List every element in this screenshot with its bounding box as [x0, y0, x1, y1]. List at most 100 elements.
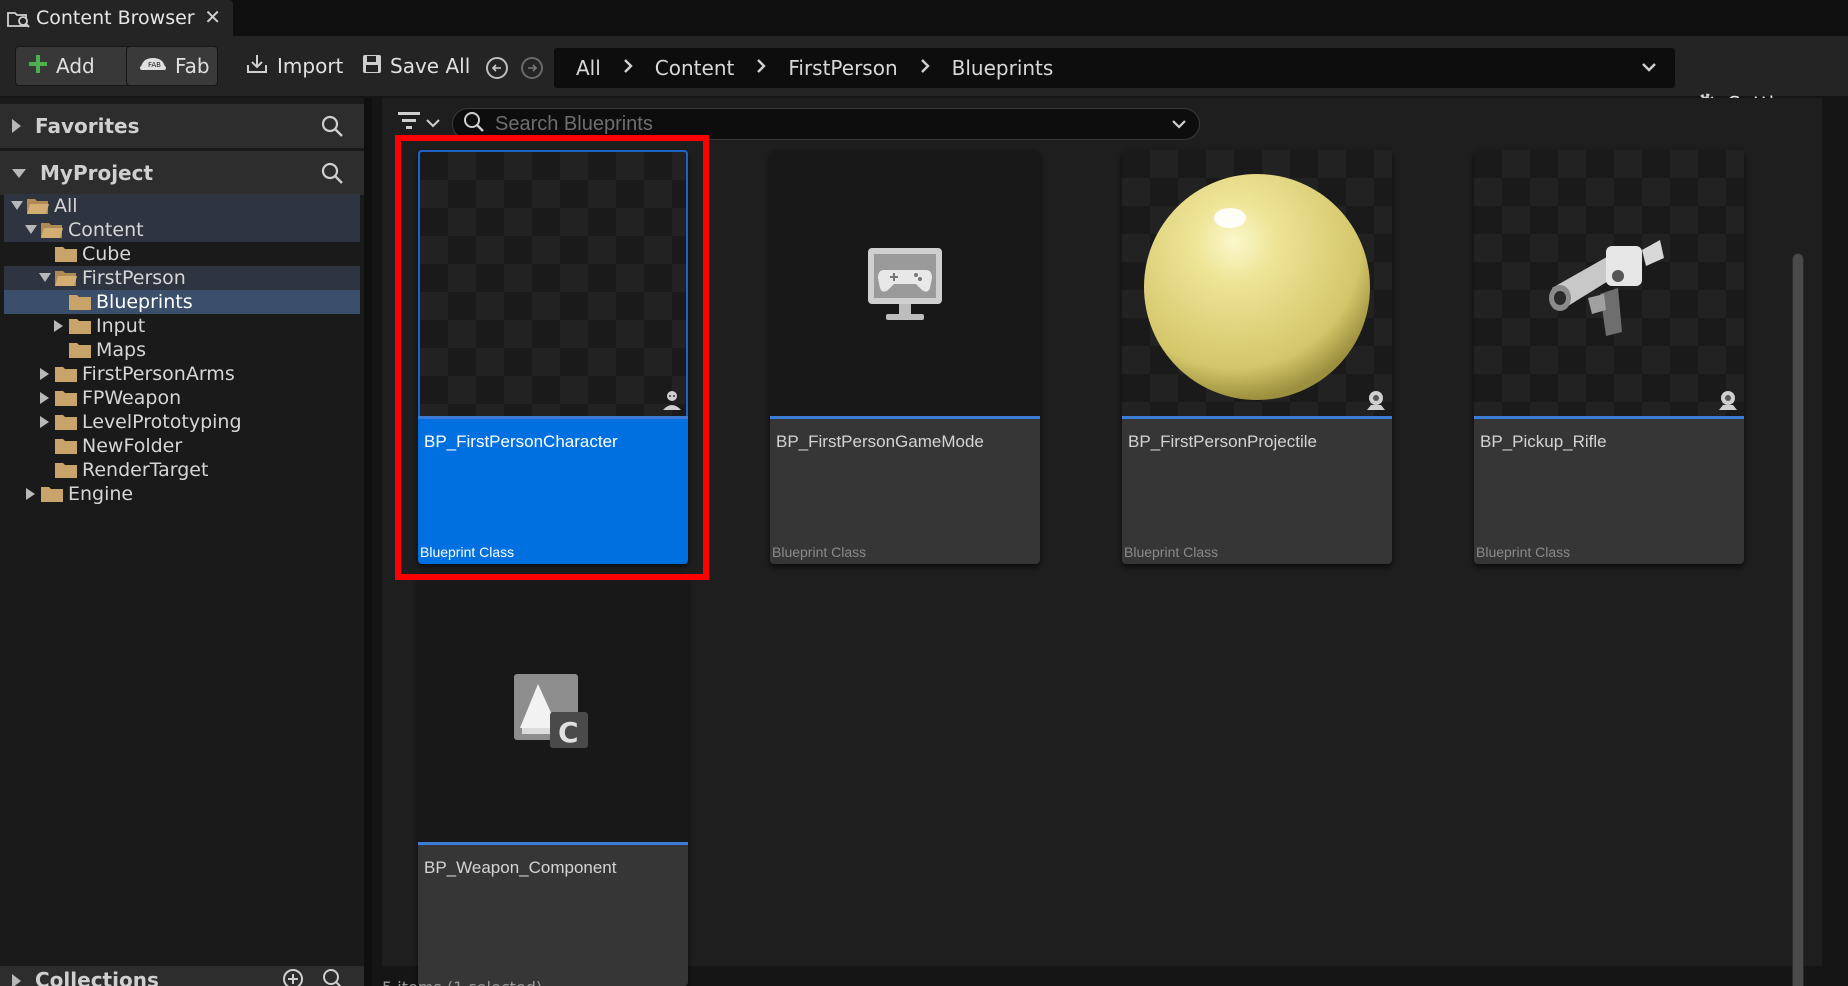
asset-type: Blueprint Class	[1476, 544, 1571, 560]
save-icon	[362, 54, 382, 79]
asset-name: BP_FirstPersonGameMode	[776, 432, 984, 451]
tree-item-label: FirstPersonArms	[82, 363, 235, 385]
search-icon[interactable]	[322, 968, 344, 986]
tree-item-cube[interactable]: Cube	[4, 242, 360, 266]
fab-button-label: Fab	[175, 54, 210, 78]
tree-item-label: All	[54, 195, 78, 217]
folder-icon	[54, 245, 78, 263]
tree-item-all[interactable]: All	[4, 194, 360, 218]
project-header[interactable]: MyProject	[0, 151, 364, 195]
rifle-icon	[1548, 236, 1668, 350]
add-button[interactable]: Add	[15, 46, 132, 86]
tree-item-firstperson[interactable]: FirstPerson	[4, 266, 360, 290]
open-folder-icon	[54, 269, 78, 287]
search-icon[interactable]	[320, 114, 344, 143]
back-arrow-icon[interactable]	[486, 57, 508, 79]
folder-icon	[54, 461, 78, 479]
folder-icon	[54, 365, 78, 383]
tree-item-fpweapon[interactable]: FPWeapon	[4, 386, 360, 410]
tree-item-content[interactable]: Content	[4, 218, 360, 242]
import-button[interactable]: Import	[233, 46, 355, 86]
character-icon	[660, 388, 684, 412]
tree-item-label: NewFolder	[82, 435, 183, 457]
chevron-right-icon[interactable]	[920, 58, 930, 79]
chevron-right-icon[interactable]	[623, 58, 633, 79]
asset-type: Blueprint Class	[420, 544, 515, 560]
chevron-down-icon	[426, 113, 440, 132]
collapse-arrow-icon[interactable]	[12, 168, 26, 178]
collections-header[interactable]: Collections	[0, 966, 364, 986]
tab-content-browser[interactable]: Content Browser ✕	[0, 0, 233, 36]
tab-strip: Content Browser ✕	[0, 0, 1848, 36]
chevron-right-icon[interactable]	[38, 391, 52, 405]
open-folder-icon	[26, 197, 50, 215]
asset-tile-bp-firstpersonprojectile[interactable]: BP_FirstPersonProjectile Blueprint Class	[1122, 150, 1392, 564]
chevron-right-icon[interactable]	[38, 415, 52, 429]
tree-item-levelprototyping[interactable]: LevelPrototyping	[4, 410, 360, 434]
tree-item-label: Blueprints	[96, 291, 193, 313]
search-field[interactable]	[452, 108, 1200, 140]
tree-item-label: Maps	[96, 339, 146, 361]
asset-thumbnail	[1474, 150, 1744, 416]
asset-tile-bp-firstpersoncharacter[interactable]: BP_FirstPersonCharacter Blueprint Class	[418, 150, 688, 564]
asset-thumbnail: C	[418, 576, 688, 842]
tree-item-engine[interactable]: Engine	[4, 482, 360, 506]
asset-type: Blueprint Class	[1124, 544, 1219, 560]
save-all-button[interactable]: Save All	[350, 46, 482, 86]
import-icon	[245, 53, 269, 80]
search-icon	[463, 111, 485, 137]
add-collection-icon[interactable]	[282, 968, 304, 986]
tree-item-newfolder[interactable]: NewFolder	[4, 434, 360, 458]
asset-tile-bp-firstpersongamemode[interactable]: BP_FirstPersonGameMode Blueprint Class	[770, 150, 1040, 564]
chevron-down-icon[interactable]	[1641, 56, 1657, 83]
asset-thumbnail	[1122, 150, 1392, 416]
tree-item-firstpersonarms[interactable]: FirstPersonArms	[4, 362, 360, 386]
fab-button[interactable]: FAB Fab	[126, 46, 218, 86]
tree-item-label: Cube	[82, 243, 132, 265]
chevron-right-icon[interactable]	[52, 319, 66, 333]
expand-arrow-icon[interactable]	[12, 119, 21, 133]
svg-text:C: C	[558, 716, 579, 749]
import-button-label: Import	[277, 54, 344, 78]
breadcrumb-content[interactable]: Content	[655, 56, 735, 80]
tree-item-input[interactable]: Input	[4, 314, 360, 338]
breadcrumb-firstperson[interactable]: FirstPerson	[788, 56, 897, 80]
scrollbar-thumb[interactable]	[1793, 254, 1803, 986]
breadcrumb-all[interactable]: All	[576, 56, 601, 80]
favorites-header[interactable]: Favorites	[0, 104, 364, 148]
chevron-down-icon[interactable]	[24, 223, 38, 237]
tree-item-rendertarget[interactable]: RenderTarget	[4, 458, 360, 482]
search-icon[interactable]	[320, 161, 344, 190]
chevron-right-icon[interactable]	[24, 487, 38, 501]
asset-tile-bp-weapon-component[interactable]: C BP_Weapon_Component	[418, 576, 688, 986]
filter-icon	[398, 110, 420, 134]
filter-button[interactable]	[398, 110, 440, 134]
tree-item-blueprints[interactable]: Blueprints	[4, 290, 360, 314]
chevron-right-icon[interactable]	[38, 367, 52, 381]
close-icon[interactable]: ✕	[204, 5, 221, 29]
expand-arrow-icon[interactable]	[12, 974, 21, 986]
save-all-button-label: Save All	[390, 54, 471, 78]
search-input[interactable]	[495, 112, 1135, 136]
fab-icon: FAB	[139, 54, 167, 78]
chevron-down-icon[interactable]	[1171, 116, 1187, 136]
tree-item-label: FPWeapon	[82, 387, 182, 409]
breadcrumb-blueprints[interactable]: Blueprints	[952, 56, 1054, 80]
status-text: 5 items (1 selected)	[382, 978, 542, 986]
chevron-down-icon[interactable]	[10, 199, 24, 213]
forward-arrow-icon[interactable]	[521, 57, 543, 79]
asset-name: BP_FirstPersonProjectile	[1128, 432, 1317, 451]
collections-title: Collections	[35, 968, 159, 986]
asset-name: BP_Weapon_Component	[424, 858, 617, 877]
asset-tile-bp-pickup-rifle[interactable]: BP_Pickup_Rifle Blueprint Class	[1474, 150, 1744, 564]
chevron-right-icon[interactable]	[756, 58, 767, 79]
tree-item-maps[interactable]: Maps	[4, 338, 360, 362]
chevron-down-icon[interactable]	[38, 271, 52, 285]
plus-icon	[28, 54, 48, 79]
panel-splitter[interactable]	[364, 98, 372, 986]
tree-item-label: RenderTarget	[82, 459, 209, 481]
actor-icon	[1364, 388, 1388, 412]
tree-item-label: LevelPrototyping	[82, 411, 242, 433]
game-mode-icon	[866, 246, 944, 328]
folder-icon	[40, 485, 64, 503]
